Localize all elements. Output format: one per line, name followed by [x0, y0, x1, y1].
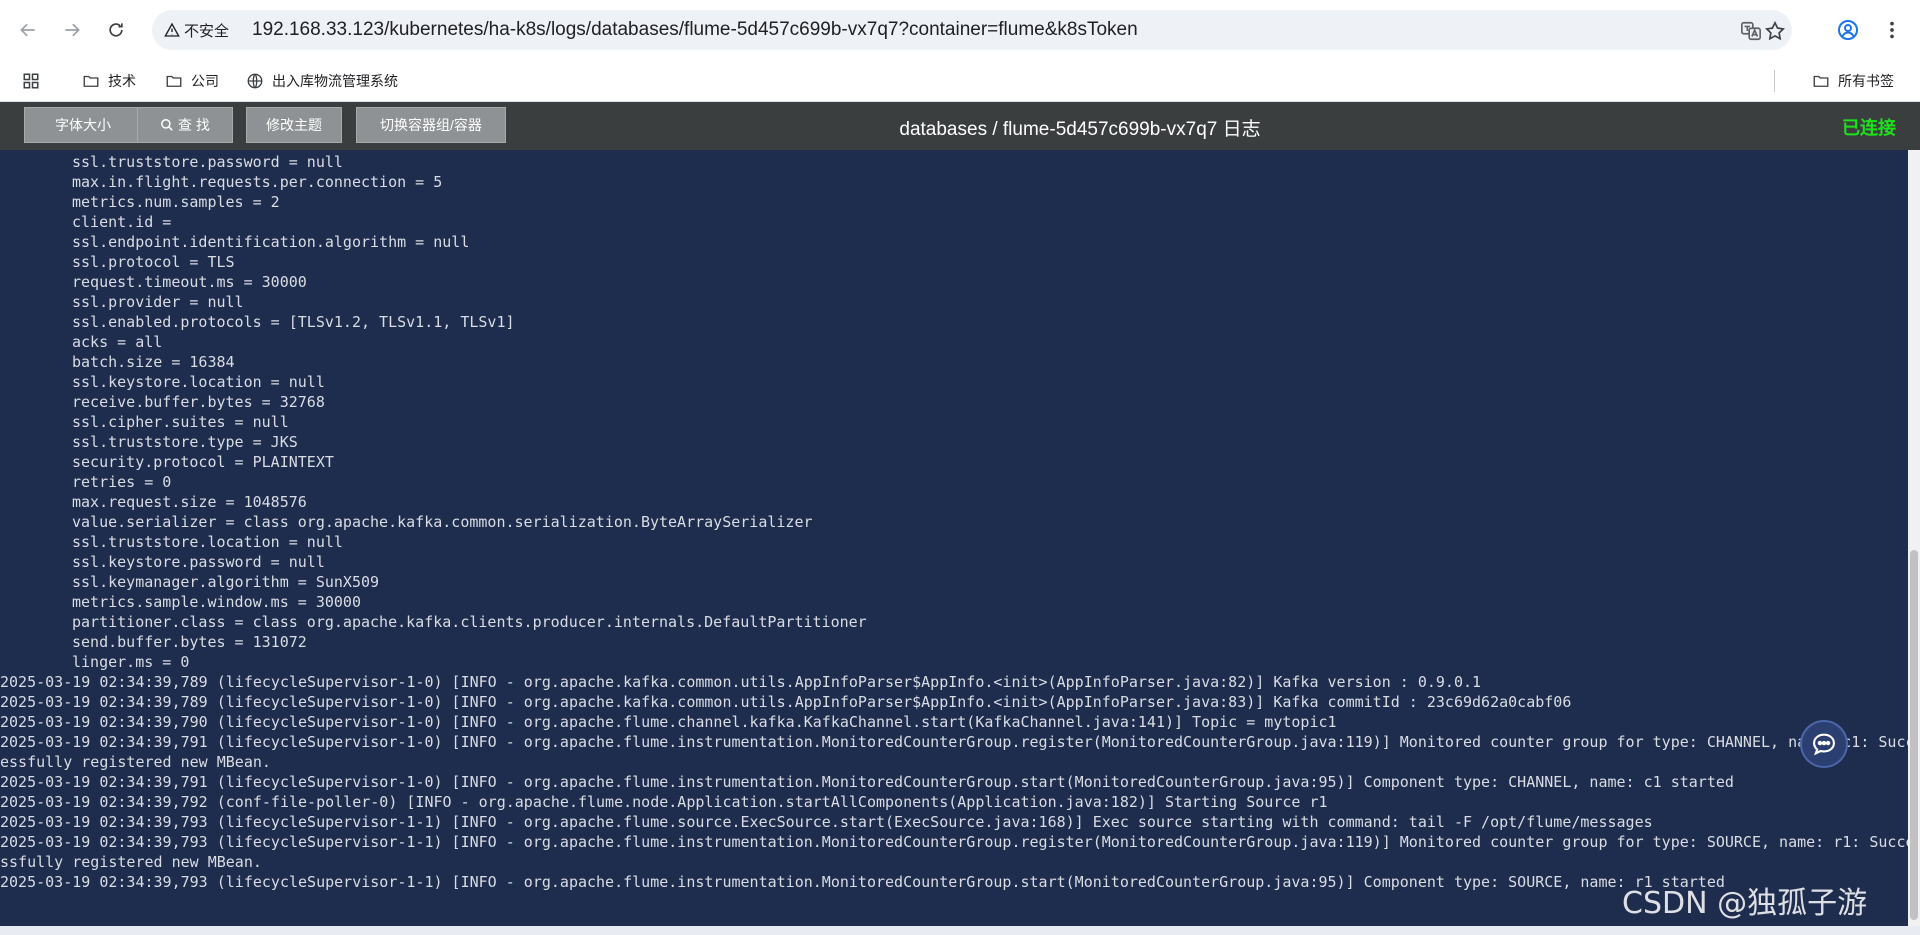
- log-line: ssl.protocol = TLS: [72, 253, 235, 271]
- log-line: ssfully registered new MBean.: [0, 853, 262, 871]
- url-text[interactable]: 192.168.33.123/kubernetes/ha-k8s/logs/da…: [252, 19, 1138, 41]
- log-line: 2025-03-19 02:34:39,791 (lifecycleSuperv…: [0, 773, 1734, 791]
- font-size-label: 字体大小: [55, 117, 111, 133]
- log-line: request.timeout.ms = 30000: [72, 273, 307, 291]
- log-line: ssl.truststore.type = JKS: [72, 433, 298, 451]
- log-line: ssl.endpoint.identification.algorithm = …: [72, 233, 470, 251]
- all-bookmarks-folder[interactable]: 所有书签: [1812, 68, 1894, 94]
- globe-icon: [247, 73, 263, 89]
- browser-toolbar: 不安全 192.168.33.123/kubernetes/ha-k8s/log…: [0, 0, 1920, 60]
- scrollbar[interactable]: [1908, 150, 1920, 926]
- log-line: max.request.size = 1048576: [72, 493, 307, 511]
- log-output[interactable]: ssl.truststore.password = null max.in.fli…: [0, 150, 1920, 926]
- warning-icon: [164, 22, 180, 37]
- all-bookmarks-label: 所有书签: [1838, 73, 1894, 89]
- bookmark-divider: [1774, 70, 1775, 92]
- log-lines: ssl.truststore.password = null max.in.fli…: [0, 150, 1915, 892]
- log-line: security.protocol = PLAINTEXT: [72, 453, 334, 471]
- log-line: 2025-03-19 02:34:39,791 (lifecycleSuperv…: [0, 733, 1915, 751]
- log-line: linger.ms = 0: [72, 653, 190, 671]
- log-line: value.serializer = class org.apache.kafk…: [72, 513, 813, 531]
- search-icon: [161, 119, 173, 131]
- log-line: metrics.num.samples = 2: [72, 193, 280, 211]
- log-line: ssl.enabled.protocols = [TLSv1.2, TLSv1.…: [72, 313, 515, 331]
- log-line: partitioner.class = class org.apache.kaf…: [72, 613, 867, 631]
- log-line: essfully registered new MBean.: [0, 753, 271, 771]
- search-label: 查 找: [178, 117, 210, 133]
- log-line: ssl.truststore.location = null: [72, 533, 343, 551]
- bookmark-label: 技术: [108, 73, 136, 89]
- log-line: ssl.cipher.suites = null: [72, 413, 289, 431]
- log-line: retries = 0: [72, 473, 172, 491]
- back-icon[interactable]: [12, 14, 44, 46]
- log-line: 2025-03-19 02:34:39,793 (lifecycleSuperv…: [0, 813, 1653, 831]
- menu-dots-icon[interactable]: [1878, 16, 1906, 44]
- bookmark-logistics-system[interactable]: 出入库物流管理系统: [246, 68, 398, 94]
- log-line: acks = all: [72, 333, 163, 351]
- folder-icon: [83, 75, 99, 87]
- log-line: 2025-03-19 02:34:39,792 (conf-file-polle…: [0, 793, 1328, 811]
- translate-icon[interactable]: [1740, 20, 1762, 42]
- security-chip[interactable]: 不安全: [164, 18, 229, 42]
- change-theme-button[interactable]: 修改主题: [246, 107, 342, 143]
- star-icon[interactable]: [1764, 20, 1786, 42]
- reload-icon[interactable]: [100, 14, 132, 46]
- log-line: 2025-03-19 02:34:39,789 (lifecycleSuperv…: [0, 693, 1572, 711]
- log-line: ssl.keymanager.algorithm = SunX509: [72, 573, 380, 591]
- connection-status: 已连接: [1842, 118, 1896, 138]
- profile-icon[interactable]: [1834, 16, 1862, 44]
- apps-grid-icon[interactable]: [22, 68, 40, 94]
- switch-container-label: 切换容器组/容器: [380, 117, 482, 133]
- bookmark-label: 公司: [191, 73, 219, 89]
- log-line: send.buffer.bytes = 131072: [72, 633, 307, 651]
- folder-icon: [166, 75, 182, 87]
- chat-bubble-icon[interactable]: [1800, 720, 1848, 768]
- switch-container-button[interactable]: 切换容器组/容器: [356, 107, 506, 143]
- scrollbar-thumb[interactable]: [1910, 550, 1918, 920]
- log-line: ssl.keystore.location = null: [72, 373, 325, 391]
- bookmarks-bar: 技术 公司 出入库物流管理系统 所有书签: [0, 60, 1920, 102]
- log-line: batch.size = 16384: [72, 353, 235, 371]
- watermark: CSDN @独孤子游: [1622, 886, 1868, 921]
- page-title: databases / flume-5d457c699b-vx7q7 日志: [899, 119, 1261, 140]
- page-bottom-strip: [0, 926, 1920, 935]
- log-line: 2025-03-19 02:34:39,790 (lifecycleSuperv…: [0, 713, 1337, 731]
- bookmark-folder-company[interactable]: 公司: [165, 68, 219, 94]
- folder-icon: [1813, 75, 1829, 87]
- log-line: 2025-03-19 02:34:39,793 (lifecycleSuperv…: [0, 873, 1725, 891]
- log-line: metrics.sample.window.ms = 30000: [72, 593, 361, 611]
- log-line: client.id =: [72, 213, 172, 231]
- security-label: 不安全: [184, 22, 230, 40]
- bookmark-label: 出入库物流管理系统: [272, 73, 398, 89]
- forward-icon[interactable]: [56, 14, 88, 46]
- log-line: ssl.keystore.password = null: [72, 553, 325, 571]
- log-line: max.in.flight.requests.per.connection = …: [72, 173, 443, 191]
- log-line: 2025-03-19 02:34:39,789 (lifecycleSuperv…: [0, 673, 1482, 691]
- log-line: receive.buffer.bytes = 32768: [72, 393, 325, 411]
- log-line: 2025-03-19 02:34:39,793 (lifecycleSuperv…: [0, 833, 1915, 851]
- log-toolbar: 字体大小 查 找 修改主题 切换容器组/容器 databases / flume…: [0, 102, 1920, 150]
- bookmark-folder-tech[interactable]: 技术: [82, 68, 136, 94]
- search-button[interactable]: 查 找: [137, 107, 233, 143]
- address-bar[interactable]: 不安全 192.168.33.123/kubernetes/ha-k8s/log…: [152, 10, 1792, 50]
- log-line: ssl.provider = null: [72, 293, 244, 311]
- font-size-button[interactable]: 字体大小: [24, 107, 142, 143]
- log-line: ssl.truststore.password = null: [72, 153, 343, 171]
- theme-label: 修改主题: [266, 117, 322, 133]
